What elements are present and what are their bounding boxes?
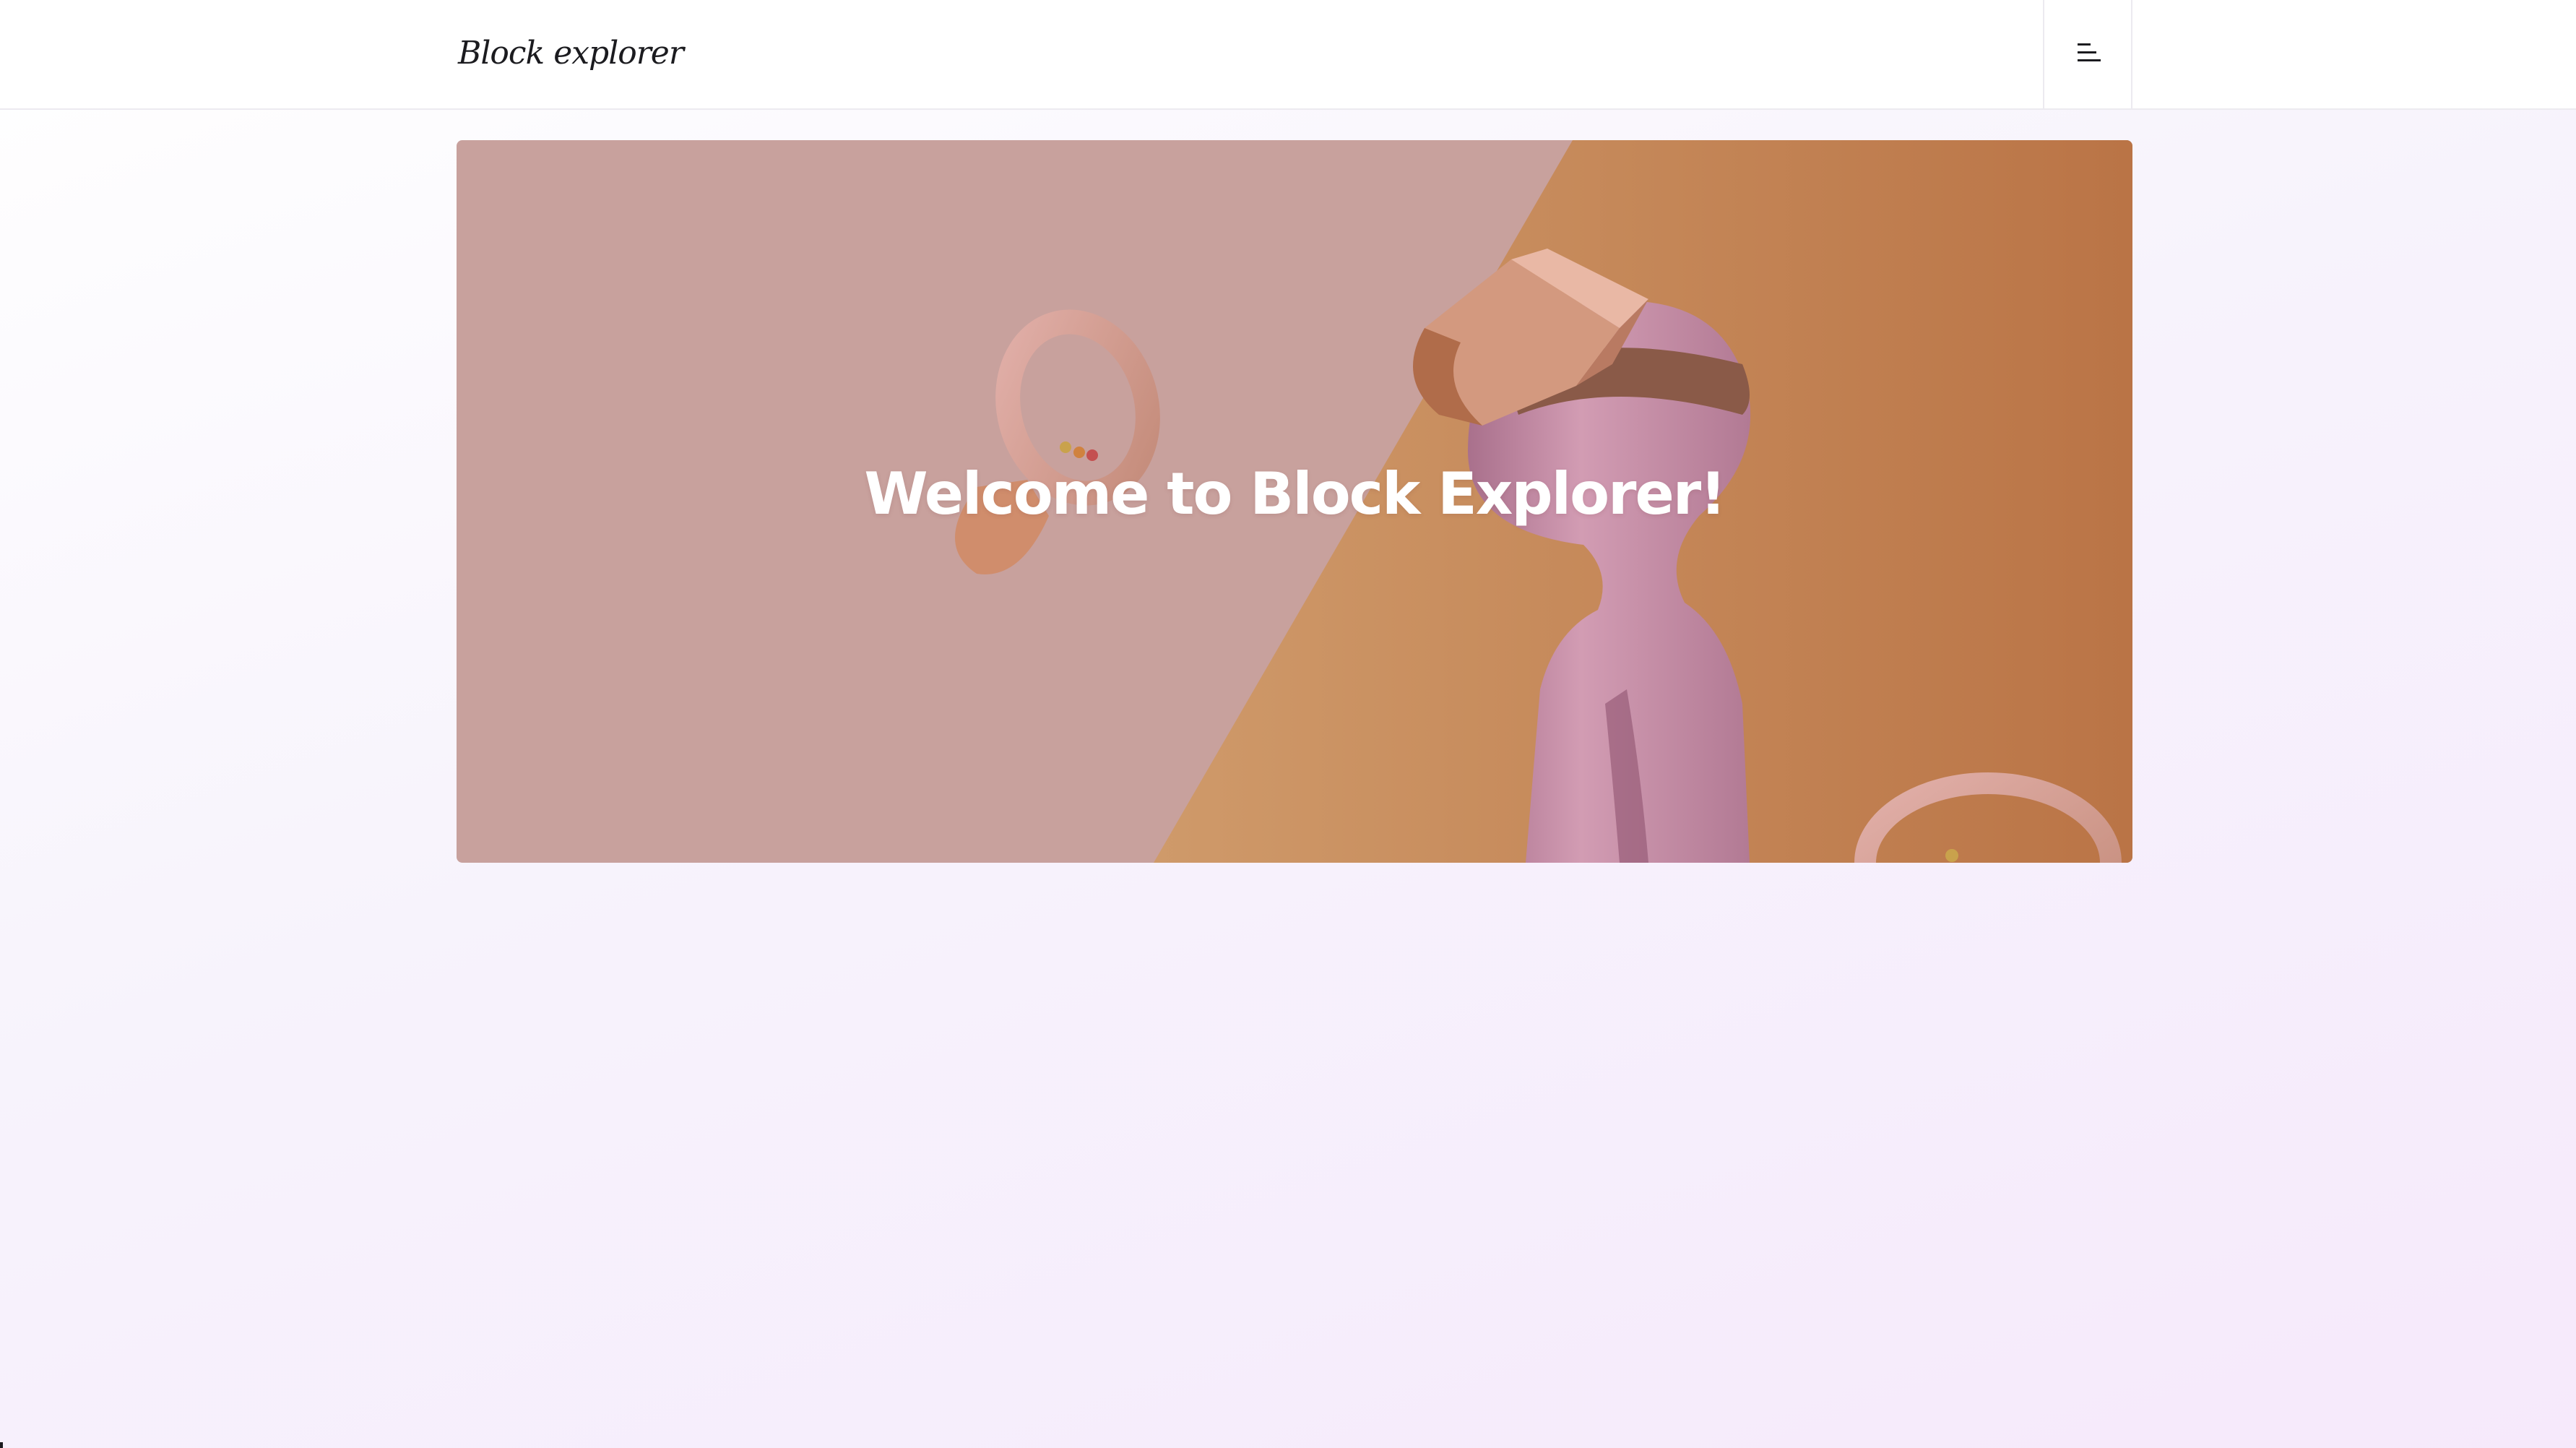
hero-banner: Welcome to Block Explorer! [457, 140, 2132, 863]
corner-mark [0, 1442, 3, 1448]
brand-logo[interactable]: Block explorer [458, 27, 684, 79]
hero-title: Welcome to Block Explorer! [864, 460, 1726, 527]
top-navbar: Block explorer [0, 0, 2576, 110]
menu-icon [2078, 43, 2101, 61]
vr-controller-left [955, 309, 1160, 574]
menu-button[interactable] [2043, 0, 2132, 108]
